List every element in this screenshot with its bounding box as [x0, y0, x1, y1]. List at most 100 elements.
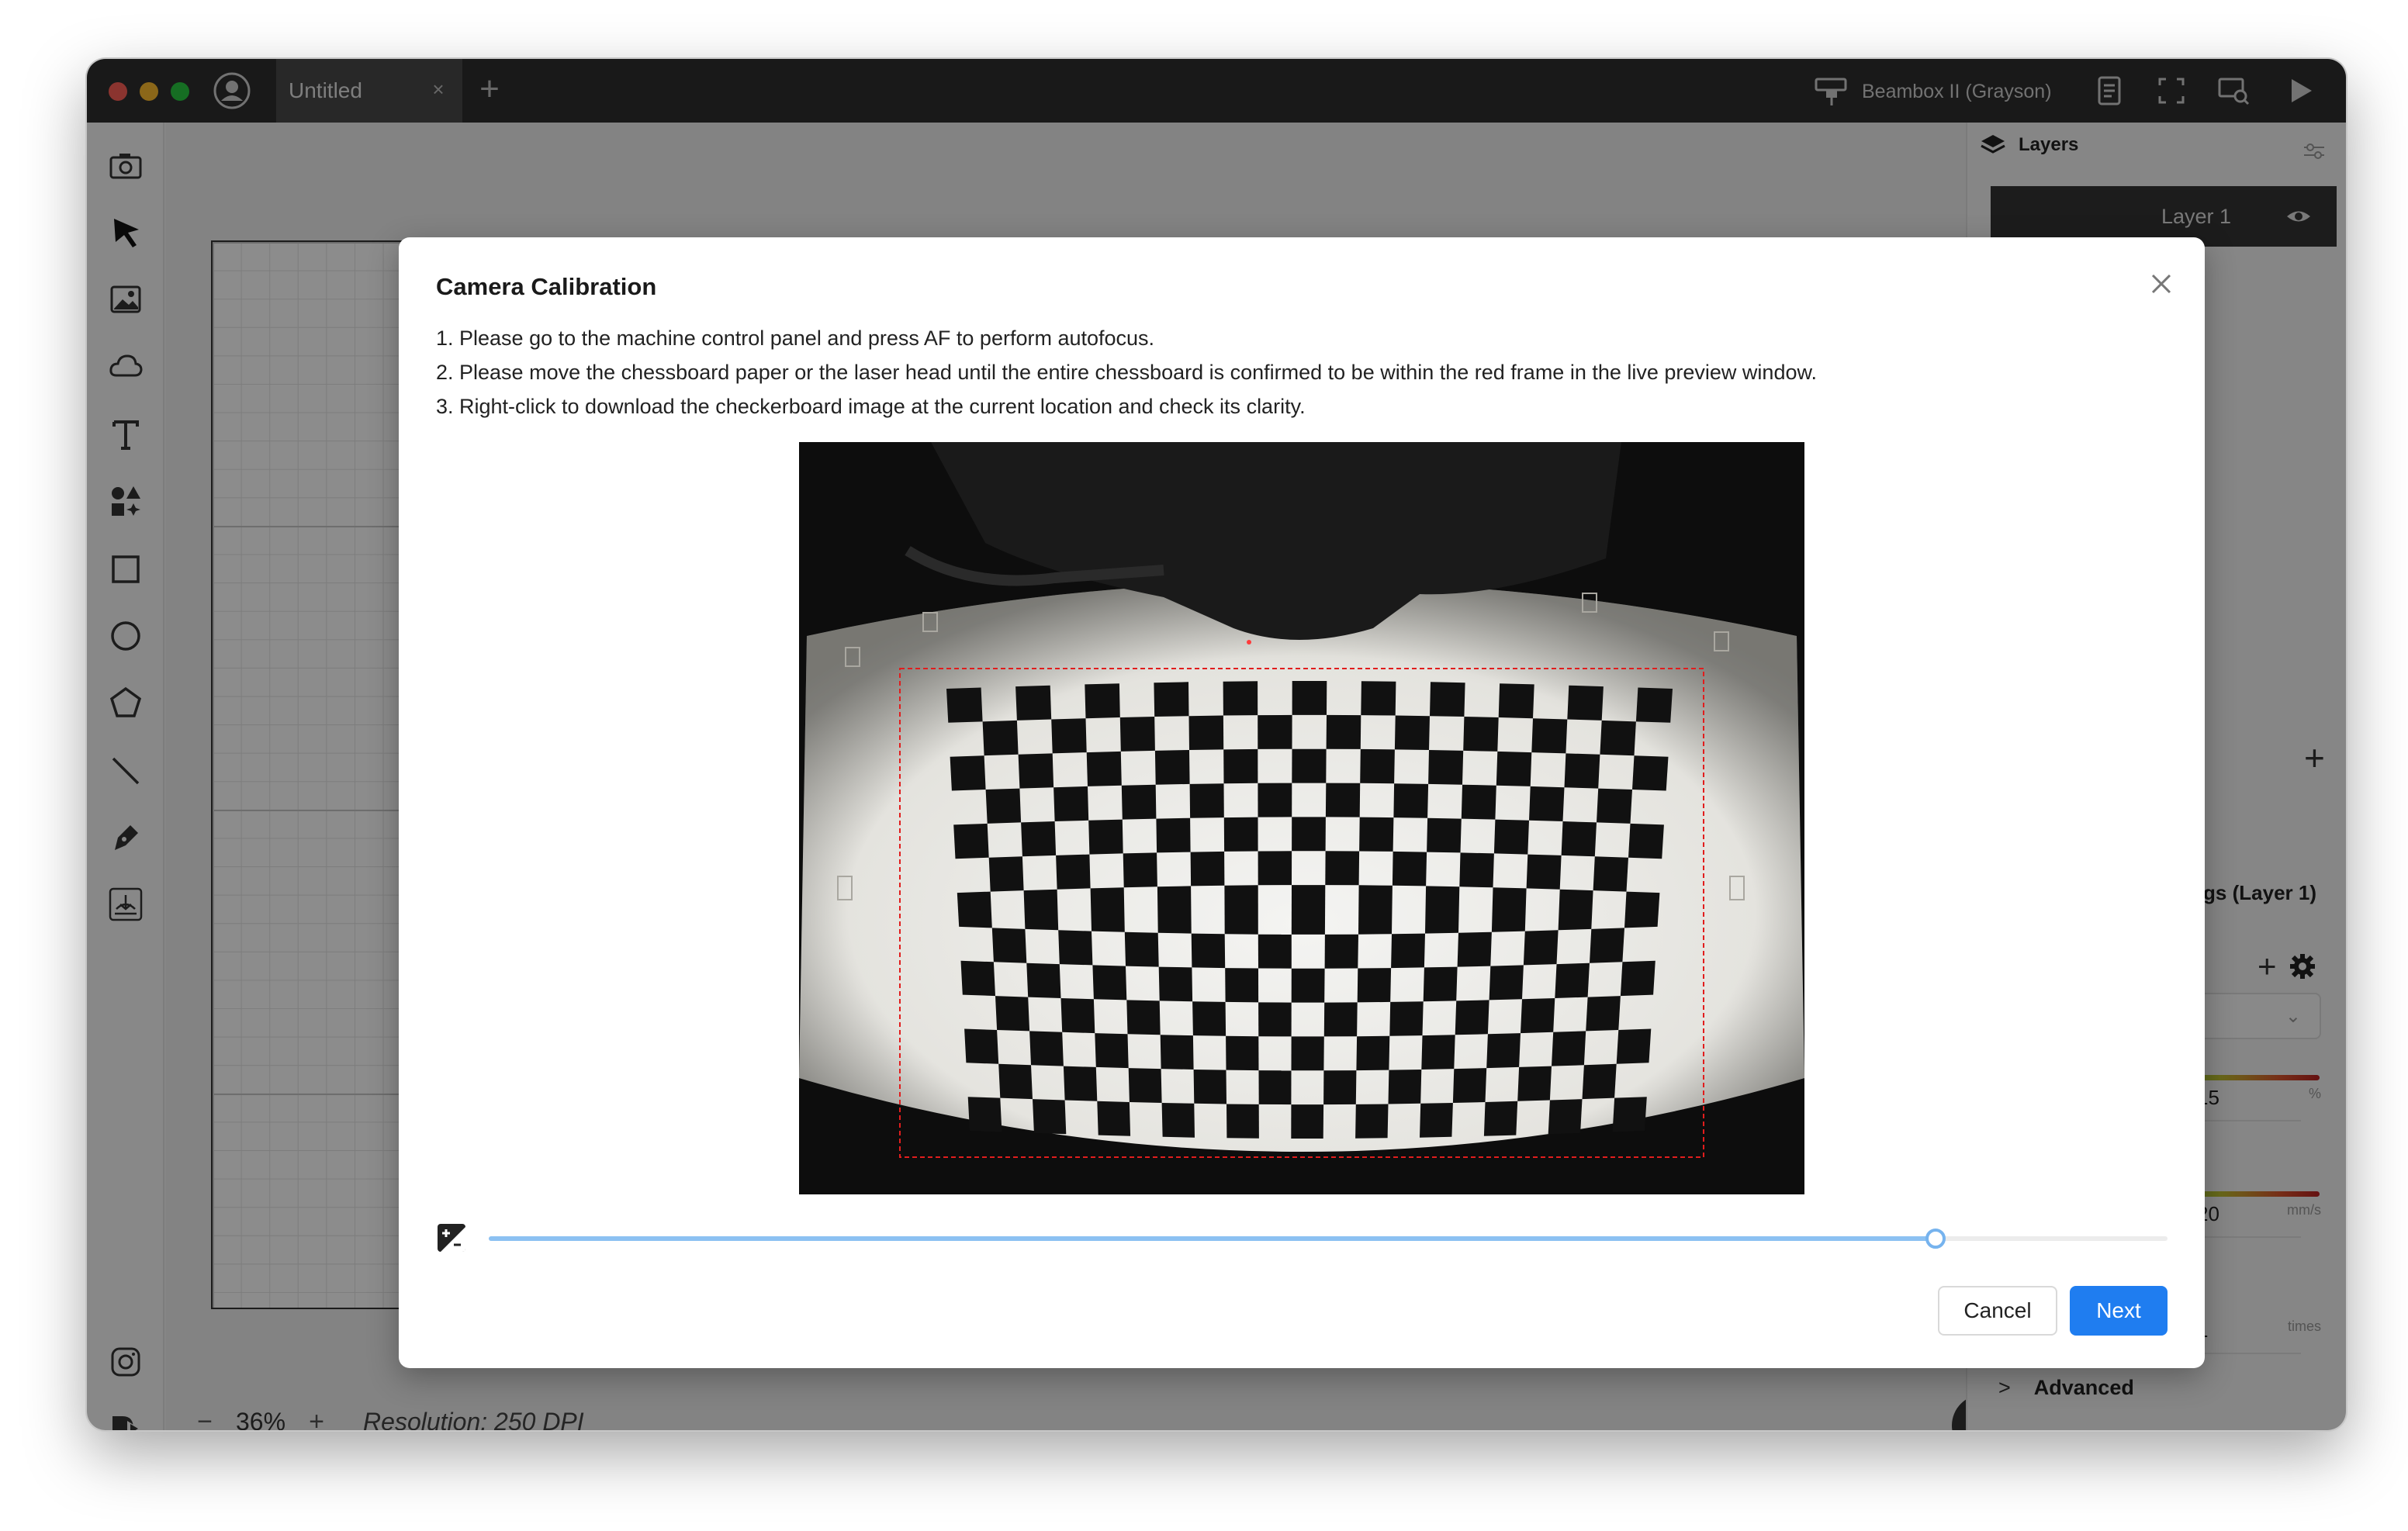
chessboard-square	[1561, 821, 1597, 857]
chessboard-square	[1457, 931, 1492, 967]
chessboard-square	[1292, 817, 1326, 852]
chessboard-square	[1555, 962, 1590, 998]
chessboard-square	[1392, 851, 1427, 886]
chessboard-square	[1119, 717, 1155, 752]
chessboard-square	[1124, 931, 1159, 967]
chessboard-square	[1226, 1104, 1259, 1139]
chessboard-square	[1121, 784, 1157, 820]
chessboard-square	[1258, 783, 1292, 817]
chessboard-square	[1056, 854, 1091, 890]
chessboard-square	[1323, 1070, 1357, 1105]
chessboard-square	[960, 960, 995, 997]
chessboard-square	[1189, 783, 1224, 818]
camera-calibration-dialog: Camera Calibration 1. Please go to the m…	[399, 237, 2205, 1368]
chessboard-square	[1393, 783, 1429, 818]
chessboard-square	[998, 1063, 1033, 1100]
chessboard-square	[1531, 718, 1568, 754]
chessboard-square	[1160, 1035, 1194, 1070]
chessboard-square	[1526, 854, 1562, 890]
chessboard-square	[1085, 683, 1120, 719]
chessboard-square	[1323, 1002, 1358, 1037]
chessboard-square	[1430, 682, 1465, 717]
chessboard-square	[1051, 718, 1087, 754]
exposure-slider-handle[interactable]	[1925, 1229, 1946, 1249]
chessboard-square	[1548, 1099, 1583, 1135]
chessboard-square	[1421, 1035, 1455, 1070]
chessboard-square	[1552, 1031, 1586, 1066]
chessboard-square	[1156, 817, 1191, 853]
chessboard-square	[1154, 750, 1190, 785]
chessboard-square	[1060, 998, 1095, 1034]
chessboard-square	[1517, 1066, 1552, 1101]
chessboard-square	[1291, 968, 1325, 1003]
chessboard-square	[1391, 933, 1425, 969]
chessboard-square	[982, 720, 1019, 756]
chessboard-square	[1292, 681, 1327, 715]
chessboard-square	[1489, 965, 1524, 1001]
camera-preview-image[interactable]	[799, 442, 1804, 1194]
chessboard-square	[1291, 1036, 1324, 1071]
cancel-button[interactable]: Cancel	[1938, 1286, 2057, 1336]
chessboard-square	[1624, 891, 1660, 928]
chessboard-square	[1628, 823, 1664, 859]
chessboard-square	[1590, 928, 1624, 963]
exposure-slider[interactable]	[489, 1229, 2168, 1249]
close-icon[interactable]	[2146, 268, 2177, 299]
chessboard-square	[1188, 715, 1224, 750]
chessboard-square	[1498, 683, 1534, 719]
chessboard-square	[1086, 751, 1122, 786]
chessboard-square	[1193, 1070, 1226, 1104]
chessboard-square	[1635, 687, 1673, 723]
chessboard-square	[1095, 1033, 1129, 1069]
chessboard-square	[1394, 715, 1430, 750]
chessboard-square	[1361, 681, 1396, 716]
app-window: Untitled × + Beambox II (Grayson) − 36% …	[87, 59, 2346, 1430]
chessboard-square	[1161, 1103, 1195, 1138]
chessboard-square	[1420, 1103, 1453, 1138]
chessboard-square	[1616, 1028, 1652, 1064]
chessboard-square	[995, 996, 1030, 1032]
chessboard-square	[1620, 960, 1656, 997]
chessboard-square	[1223, 748, 1258, 784]
chessboard-square	[1123, 852, 1157, 888]
chessboard-square	[1459, 852, 1494, 888]
instruction-step: 3. Right-click to download the checkerbo…	[436, 395, 1306, 418]
chessboard-square	[1258, 851, 1292, 886]
chessboard-square	[1224, 885, 1258, 935]
chessboard-square	[1389, 1001, 1424, 1036]
chessboard-square	[1192, 1001, 1226, 1036]
chessboard-square	[1355, 1104, 1389, 1139]
chessboard-square	[957, 891, 992, 928]
chessboard-square	[1325, 783, 1361, 817]
chessboard-square	[1325, 851, 1360, 886]
instruction-step: 1. Please go to the machine control pane…	[436, 327, 1155, 350]
chessboard-square	[1088, 819, 1123, 855]
chessboard-square	[1388, 1070, 1422, 1104]
chessboard-square	[1463, 717, 1499, 752]
exposure-slider-fill	[489, 1236, 1936, 1241]
chessboard-square	[1586, 996, 1621, 1032]
chessboard-square	[1223, 681, 1258, 716]
chessboard-square	[1258, 934, 1292, 969]
chessboard-square	[967, 1097, 1002, 1132]
chessboard-square	[1190, 851, 1225, 886]
chessboard-square	[1357, 968, 1392, 1003]
chessboard-square	[1021, 821, 1057, 857]
camera-preview[interactable]	[799, 442, 1804, 1194]
chessboard-square	[1582, 1063, 1617, 1100]
chessboard-square	[946, 687, 983, 723]
chessboard-square	[1026, 962, 1061, 998]
dialog-title: Camera Calibration	[436, 273, 657, 300]
chessboard-square	[1491, 887, 1527, 932]
chessboard-square	[1428, 750, 1464, 785]
chessboard-square	[1226, 1035, 1259, 1071]
chessboard-square	[991, 928, 1027, 963]
chessboard-square	[1029, 1031, 1064, 1066]
chessboard-square	[1452, 1068, 1487, 1103]
next-button[interactable]: Next	[2070, 1286, 2168, 1336]
chessboard-square	[1564, 753, 1600, 789]
chessboard-square	[1483, 1101, 1518, 1136]
chessboard-square	[1558, 889, 1593, 931]
chessboard-square	[1600, 720, 1636, 756]
chessboard-square	[1461, 784, 1496, 820]
